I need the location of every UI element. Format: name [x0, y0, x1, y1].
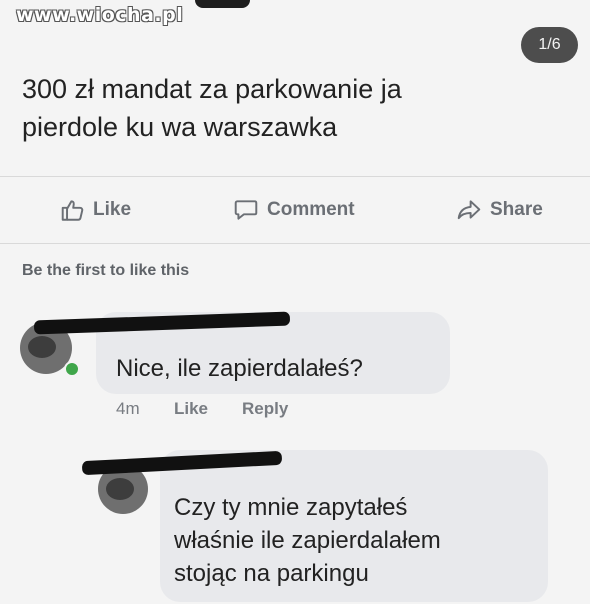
divider [0, 176, 590, 177]
redacted-profile-fragment [195, 0, 250, 8]
comment-button[interactable]: Comment [232, 196, 355, 224]
comment-reply-label: Reply [242, 399, 289, 418]
avatar-photo [106, 478, 134, 500]
comment-like-label: Like [174, 399, 209, 418]
comment-timestamp: 4m [116, 399, 140, 418]
speech-bubble-icon [234, 200, 258, 220]
reply-text-line: stojąc na parkingu [174, 560, 369, 587]
reply-text-line: Czy ty mnie zapytałeś [174, 494, 408, 521]
divider [0, 243, 590, 244]
post-text: 300 zł mandat za parkowanie ja pierdole … [22, 70, 522, 146]
comment-like-link[interactable]: Like [174, 399, 208, 421]
image-counter-badge: 1/6 [521, 27, 578, 63]
reactions-summary: Be the first to like this [22, 262, 190, 279]
like-label: Like [93, 199, 132, 220]
like-button[interactable]: Like [60, 196, 131, 224]
share-label: Share [490, 199, 543, 220]
comment-label: Comment [267, 199, 355, 220]
avatar-photo [28, 336, 56, 358]
comment-text: Nice, ile zapierdalałeś? [116, 355, 363, 382]
share-button[interactable]: Share [455, 196, 543, 224]
reply-text-line: właśnie ile zapierdalałem [174, 527, 441, 554]
thumbs-up-icon [61, 200, 84, 221]
online-status-dot [64, 361, 80, 377]
watermark: www.wiocha.pl [16, 4, 184, 26]
reply-text: Czy ty mnie zapytałeś właśnie ile zapier… [174, 491, 441, 590]
share-arrow-icon [457, 200, 481, 220]
comment-reply-link[interactable]: Reply [242, 399, 288, 421]
post-text-line: pierdole ku wa warszawka [22, 112, 338, 142]
post-text-line: 300 zł mandat za parkowanie ja [22, 74, 402, 104]
